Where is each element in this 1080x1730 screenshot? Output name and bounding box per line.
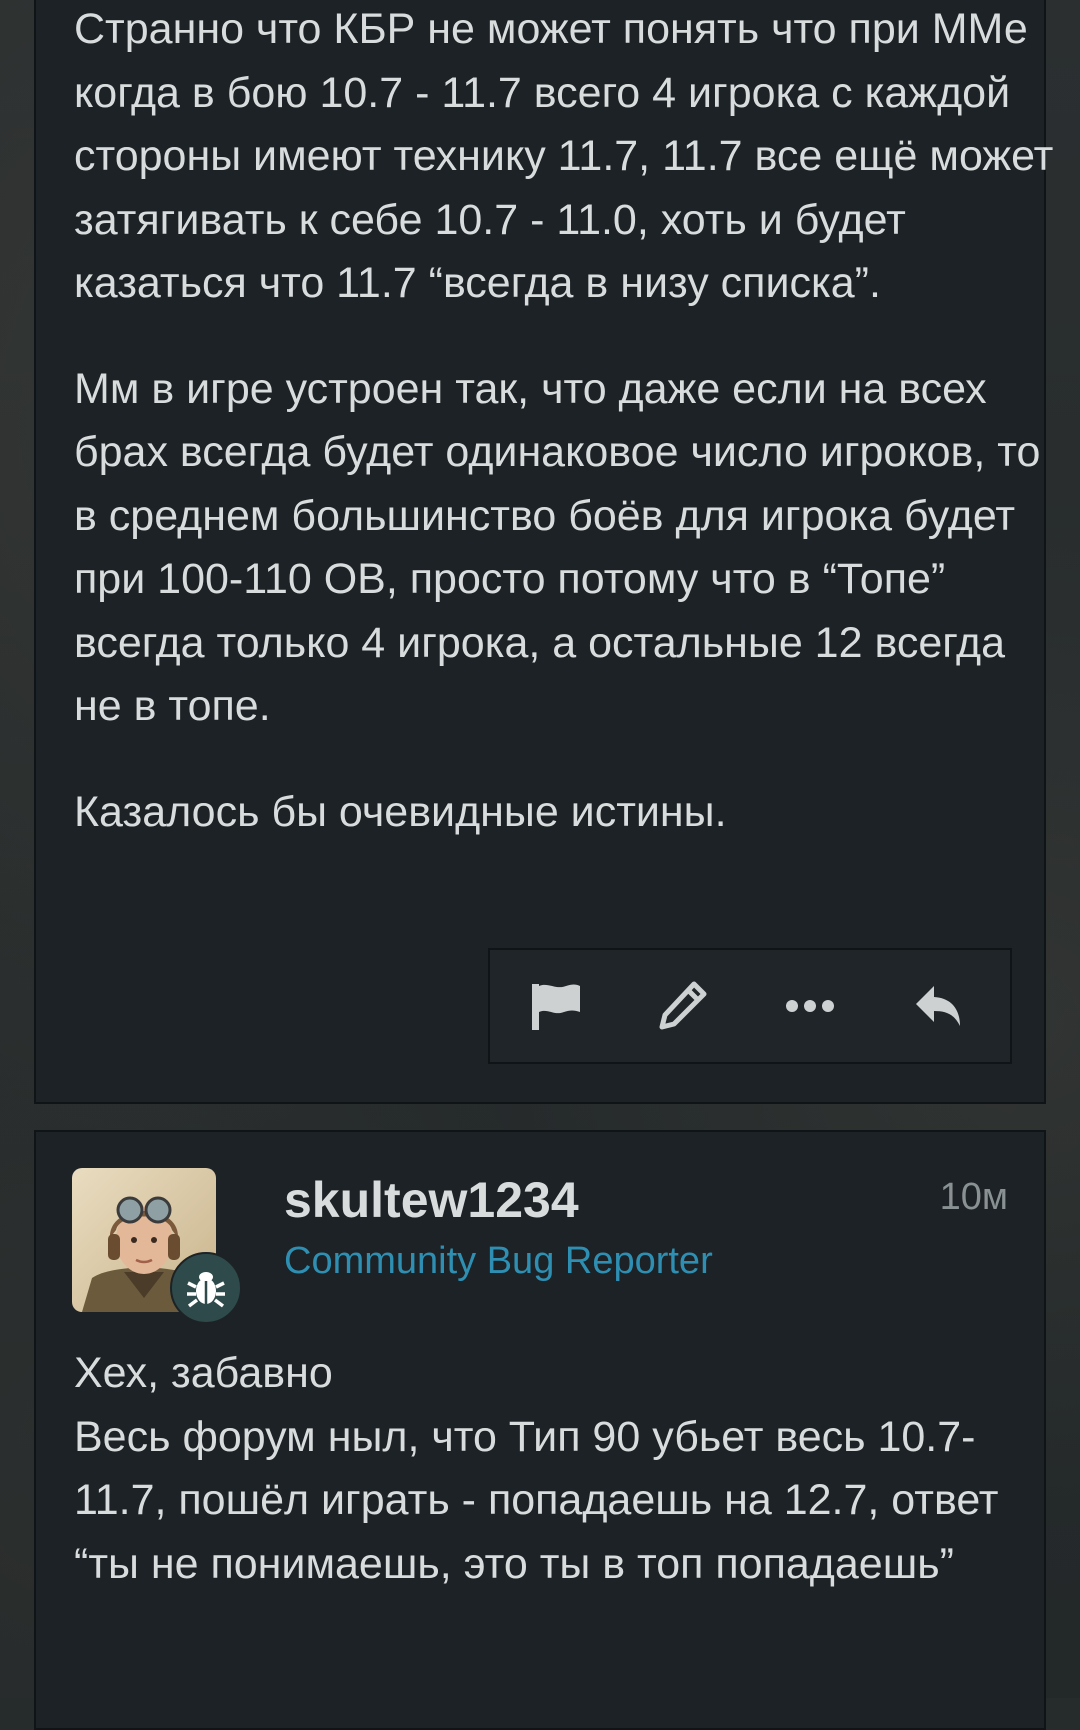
- post-line: Весь форум ныл, что Тип 90 убьет весь 10…: [74, 1412, 999, 1588]
- post-line: Хех, забавно: [74, 1349, 333, 1397]
- post-username[interactable]: skultew1234: [284, 1170, 579, 1230]
- post-body: Странно что КБР не может понять что при …: [74, 0, 1054, 844]
- pencil-icon: [659, 981, 707, 1030]
- reply-icon: [916, 986, 960, 1026]
- bug-icon: [187, 1272, 225, 1308]
- post-paragraph: Странно что КБР не может понять что при …: [74, 5, 1054, 307]
- flag-icon: [532, 984, 580, 1030]
- post-card: Странно что КБР не может понять что при …: [34, 0, 1053, 1104]
- post-body: Хех, забавно Весь форум ныл, что Тип 90 …: [74, 1342, 1054, 1596]
- post-paragraph: Мм в игре устроен так, что даже если на …: [74, 364, 1041, 731]
- post-actions: [488, 948, 1012, 1064]
- more-button[interactable]: [778, 974, 842, 1038]
- user-title: Community Bug Reporter: [284, 1240, 713, 1282]
- post-timestamp[interactable]: 10м: [940, 1174, 1008, 1220]
- reply-button[interactable]: [908, 974, 972, 1038]
- user-avatar[interactable]: [72, 1168, 242, 1324]
- ellipsis-icon: [786, 1000, 834, 1012]
- post-paragraph: Казалось бы очевидные истины.: [74, 787, 727, 836]
- flag-button[interactable]: [524, 974, 588, 1038]
- post-card: skultew1234 Community Bug Reporter 10м Х…: [34, 1130, 1046, 1730]
- edit-button[interactable]: [650, 974, 714, 1038]
- bug-reporter-badge: [170, 1252, 242, 1324]
